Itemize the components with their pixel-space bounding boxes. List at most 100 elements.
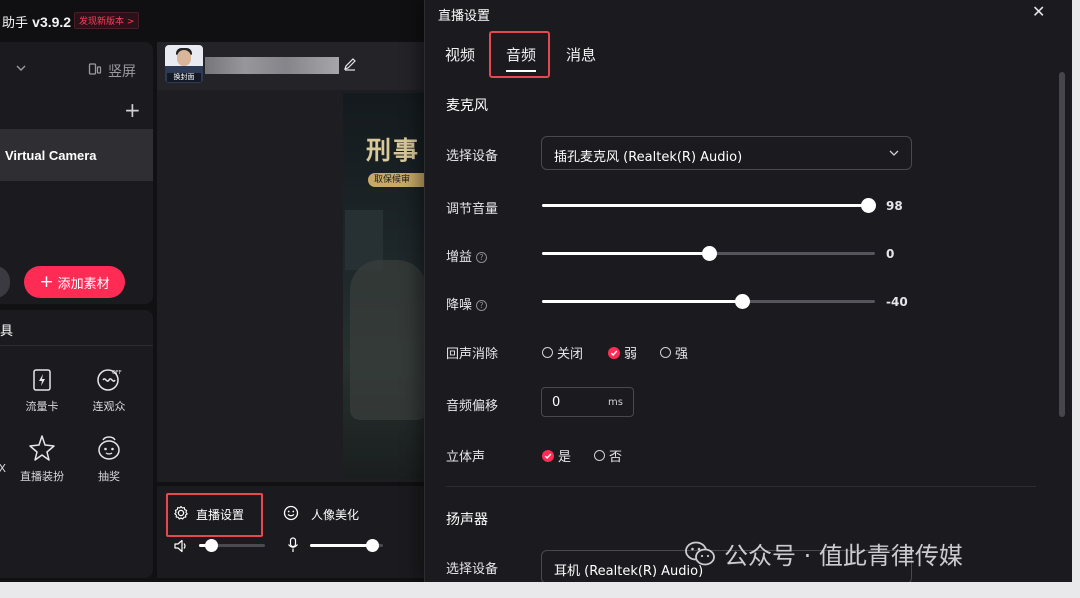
video-overlay-title: 刑事 [366, 136, 421, 165]
chevron-down-icon[interactable] [15, 62, 27, 74]
volume-slider-fill [542, 204, 868, 207]
microphone-section-title: 麦克风 [446, 98, 488, 114]
radio-unchecked-icon [542, 347, 553, 358]
tool-traffic-card[interactable]: 流量卡 [12, 368, 72, 414]
tools-header [0, 310, 153, 346]
tool-label: 连观众 [92, 400, 126, 413]
volume-label: 调节音量 [446, 202, 499, 217]
close-icon[interactable]: ✕ [1032, 4, 1045, 20]
edit-pencil-icon[interactable] [343, 57, 357, 71]
audio-offset-unit: ms [608, 397, 623, 408]
radio-label: 强 [675, 347, 689, 362]
lightning-card-icon [33, 369, 51, 391]
new-version-badge[interactable]: 发现新版本 > [74, 12, 140, 29]
radio-label: 否 [609, 450, 623, 465]
app-title-prefix: 助手 [2, 16, 29, 31]
speaker-volume-knob[interactable] [204, 539, 218, 552]
audio-offset-label: 音频偏移 [446, 399, 499, 414]
tool-lottery[interactable]: 抽奖 [79, 434, 139, 484]
denoise-value: -40 [886, 295, 908, 309]
tab-message[interactable]: 消息 [566, 44, 596, 65]
volume-slider-knob[interactable] [860, 198, 876, 213]
mic-device-label: 选择设备 [446, 149, 499, 164]
stereo-option-yes[interactable]: 是 [542, 446, 571, 465]
partial-tool-label: X [0, 462, 6, 475]
echo-option-strong[interactable]: 强 [660, 343, 688, 362]
radio-label: 是 [558, 450, 572, 465]
echo-option-weak[interactable]: 弱 [608, 343, 637, 362]
dialog-scrollbar[interactable] [1059, 72, 1065, 417]
add-material-label: 添加素材 [57, 276, 110, 292]
help-icon[interactable]: ? [476, 252, 488, 263]
gain-slider-knob[interactable] [701, 246, 717, 261]
section-divider [446, 486, 1036, 487]
beauty-button[interactable]: 人像美化 [311, 506, 359, 523]
video-chair [350, 260, 427, 420]
gain-label: 增益? [446, 246, 488, 265]
tool-label: 直播装扮 [20, 470, 64, 483]
video-overlay-subtitle: 取保候审 [368, 173, 427, 187]
tool-label: 流量卡 [25, 400, 59, 413]
radio-label: 关闭 [557, 347, 584, 362]
cover-avatar[interactable]: 换封面 [165, 45, 203, 83]
smiley-face-icon [283, 505, 299, 521]
denoise-slider-fill [542, 300, 742, 303]
add-scene-icon[interactable]: + [124, 100, 141, 120]
tool-link-audience[interactable]: OFF 连观众 [79, 368, 139, 414]
gain-slider-fill [542, 252, 709, 255]
window-edge [1072, 0, 1080, 598]
stereo-option-no[interactable]: 否 [594, 446, 622, 465]
watermark-text: 公众号 · 值此青律传媒 [724, 542, 963, 570]
mic-volume-knob[interactable] [365, 539, 379, 552]
radio-unchecked-icon [594, 450, 605, 461]
speaker-device-label: 选择设备 [446, 562, 499, 577]
help-icon[interactable]: ? [476, 300, 488, 311]
add-material-button[interactable]: + 添加素材 [24, 266, 125, 298]
tools-title: 具 [0, 324, 14, 339]
window-edge [0, 582, 1080, 598]
wechat-icon [685, 541, 715, 565]
watermark: 公众号 · 值此青律传媒 [684, 536, 963, 571]
chevron-down-icon [889, 150, 899, 156]
echo-option-off[interactable]: 关闭 [542, 343, 583, 362]
echo-cancel-label: 回声消除 [446, 347, 499, 362]
blurred-room-title [205, 57, 339, 74]
audio-offset-input[interactable]: 0 ms [541, 387, 634, 417]
microphone-icon[interactable] [287, 537, 299, 553]
denoise-label-text: 降噪 [446, 298, 473, 313]
radio-unchecked-icon [660, 347, 671, 358]
mic-device-select[interactable]: 插孔麦克风 (Realtek(R) Audio) [541, 136, 912, 170]
dialog-title: 直播设置 [438, 9, 491, 24]
gain-label-text: 增益 [446, 250, 473, 265]
svg-text:OFF: OFF [112, 370, 122, 376]
mic-volume-fill [310, 544, 372, 547]
sparkle-star-icon [29, 435, 55, 461]
volume-value: 98 [886, 199, 903, 213]
plus-icon: + [39, 272, 54, 292]
change-cover-label: 换封面 [167, 73, 201, 82]
denoise-label: 降噪? [446, 294, 488, 313]
portrait-mode-label[interactable]: 竖屏 [108, 61, 136, 81]
tool-label: 抽奖 [98, 470, 120, 483]
mic-device-value: 插孔麦克风 (Realtek(R) Audio) [554, 150, 743, 165]
speaker-icon[interactable] [173, 538, 189, 554]
link-audience-icon: OFF [97, 369, 122, 391]
radio-label: 弱 [624, 347, 638, 362]
gain-value: 0 [886, 247, 895, 261]
app-root: 助手 v3.9.2 发现新版本 > 竖屏 + Virtual Camera + … [0, 0, 1080, 598]
app-version: v3.9.2 [32, 14, 72, 30]
stereo-label: 立体声 [446, 450, 486, 465]
tool-live-decoration[interactable]: 直播装扮 [12, 434, 72, 484]
annotation-highlight-box [489, 31, 550, 78]
source-item-label: Virtual Camera [5, 148, 97, 163]
audio-offset-value: 0 [552, 395, 561, 410]
annotation-highlight-box [166, 493, 263, 537]
denoise-slider-knob[interactable] [734, 294, 750, 309]
tab-video[interactable]: 视频 [445, 44, 475, 65]
radio-checked-icon [608, 346, 620, 359]
speaker-device-value: 耳机 (Realtek(R) Audio) [554, 564, 704, 579]
portrait-orientation-icon[interactable] [88, 62, 102, 76]
avatar-face [177, 50, 191, 66]
radio-checked-icon [542, 449, 554, 462]
speaker-section-title: 扬声器 [446, 512, 488, 528]
